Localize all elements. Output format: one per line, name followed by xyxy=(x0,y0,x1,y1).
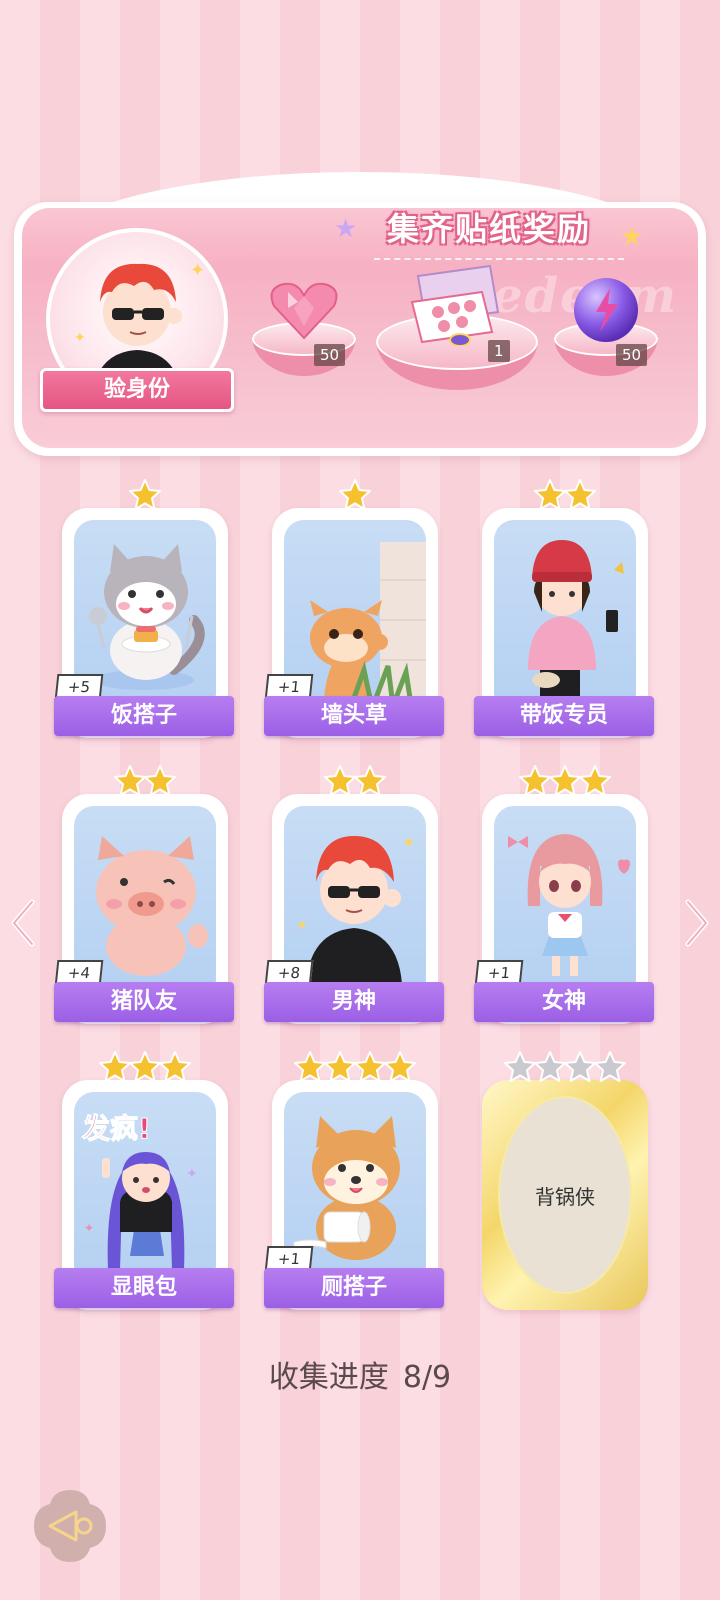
sticker-illustration: 发疯! ✦ ✦ xyxy=(74,1092,216,1270)
sticker-card[interactable]: +1 厕搭子 xyxy=(264,1051,444,1310)
sticker-name-banner: 饭搭子 xyxy=(54,696,234,736)
collection-progress: 收集进度 8/9 xyxy=(0,1352,720,1396)
sticker-illustration xyxy=(494,520,636,698)
verify-identity-label: 验身份 xyxy=(103,377,170,402)
sticker-name-banner: 墙头草 xyxy=(264,696,444,736)
sticker-name: 墙头草 xyxy=(320,703,387,728)
sticker-illustration xyxy=(284,1092,426,1270)
sticker-card[interactable]: 发疯! ✦ ✦ 显眼包 xyxy=(54,1051,234,1310)
sticker-name: 显眼包 xyxy=(110,1275,177,1300)
svg-text:✦: ✦ xyxy=(402,833,415,852)
star-icon xyxy=(339,479,371,516)
star-icon xyxy=(534,479,566,516)
star-icon xyxy=(294,1051,326,1088)
prev-page-arrow-icon[interactable] xyxy=(8,898,38,948)
star-rating xyxy=(62,764,228,802)
star-icon xyxy=(564,479,596,516)
star-icon xyxy=(579,765,611,802)
reward-banner: Redeem ★ ★ 集齐贴纸奖励 ✦ ✦ 验身份 50 1 50 xyxy=(14,172,706,456)
purple-lightning-orb-icon xyxy=(574,278,638,342)
sticker-name-banner: 厕搭子 xyxy=(264,1268,444,1308)
star-rating xyxy=(62,478,228,516)
star-icon xyxy=(99,1051,131,1088)
star-icon xyxy=(114,765,146,802)
svg-text:✦: ✦ xyxy=(296,918,308,934)
svg-text:✦: ✦ xyxy=(74,330,86,346)
star-icon xyxy=(159,1051,191,1088)
sticker-card[interactable]: ✦ ✦ +8 男神 xyxy=(264,765,444,1024)
svg-text:发疯!: 发疯! xyxy=(81,1112,151,1145)
locked-sticker-slot: 背锅侠 xyxy=(498,1096,632,1294)
svg-text:✦: ✦ xyxy=(84,1221,94,1235)
sticker-name: 女神 xyxy=(541,989,586,1014)
star-icon xyxy=(519,765,551,802)
sticker-illustration xyxy=(494,806,636,984)
gift-pack-icon xyxy=(410,264,500,346)
sticker-name: 饭搭子 xyxy=(110,703,177,728)
star-icon xyxy=(564,1051,596,1088)
star-icon xyxy=(549,765,581,802)
pink-heart-gem-icon xyxy=(270,282,338,340)
sticker-card[interactable]: 带饭专员 xyxy=(474,479,654,738)
sticker-name-banner: 带饭专员 xyxy=(474,696,654,736)
sticker-card[interactable]: +1 墙头草 xyxy=(264,479,444,738)
star-icon xyxy=(144,765,176,802)
star-rating xyxy=(62,1050,228,1088)
verify-identity-button[interactable]: 验身份 xyxy=(40,368,234,412)
back-button-icon[interactable] xyxy=(30,1486,110,1566)
star-rating xyxy=(482,1050,648,1088)
sticker-card[interactable]: 背锅侠 xyxy=(482,1051,648,1310)
sticker-card[interactable]: +1 女神 xyxy=(474,765,654,1024)
sticker-name: 厕搭子 xyxy=(320,1275,387,1300)
sticker-name-banner: 女神 xyxy=(474,982,654,1022)
star-icon xyxy=(354,1051,386,1088)
star-icon xyxy=(324,765,356,802)
svg-text:✦: ✦ xyxy=(190,260,205,281)
star-rating xyxy=(482,478,648,516)
star-rating xyxy=(272,478,438,516)
avatar[interactable]: ✦ ✦ 验身份 xyxy=(40,228,234,412)
sticker-name-banner: 男神 xyxy=(264,982,444,1022)
lightning-orb-count: 50 xyxy=(616,344,648,366)
heart-gem-count: 50 xyxy=(314,344,346,366)
sticker-card[interactable]: +5 饭搭子 xyxy=(54,479,234,738)
star-rating xyxy=(482,764,648,802)
star-icon xyxy=(534,1051,566,1088)
sticker-name: 带饭专员 xyxy=(519,703,608,728)
banner-title: 集齐贴纸奖励 xyxy=(386,210,591,248)
sticker-illustration xyxy=(284,520,426,698)
sticker-illustration xyxy=(74,520,216,698)
reward-heart-gem[interactable]: 50 xyxy=(252,282,356,382)
star-icon xyxy=(354,765,386,802)
star-rating xyxy=(272,1050,438,1088)
svg-text:✦: ✦ xyxy=(186,1166,198,1182)
sticker-name: 猪队友 xyxy=(110,989,177,1014)
star-icon xyxy=(504,1051,536,1088)
reward-lightning-orb[interactable]: 50 xyxy=(554,278,658,382)
sticker-card[interactable]: +4 猪队友 xyxy=(54,765,234,1024)
gift-pack-count: 1 xyxy=(488,340,510,362)
star-icon xyxy=(384,1051,416,1088)
star-icon xyxy=(129,1051,161,1088)
sticker-name: 男神 xyxy=(331,989,376,1014)
sticker-illustration: ✦ ✦ xyxy=(284,806,426,984)
sticker-name: 背锅侠 xyxy=(535,1185,595,1209)
sticker-name-banner: 猪队友 xyxy=(54,982,234,1022)
star-icon xyxy=(129,479,161,516)
sticker-name-banner: 显眼包 xyxy=(54,1268,234,1308)
star-rating xyxy=(272,764,438,802)
star-icon xyxy=(324,1051,356,1088)
next-page-arrow-icon[interactable] xyxy=(682,898,712,948)
reward-gift-pack[interactable]: 1 xyxy=(376,264,538,400)
progress-value: 8/9 xyxy=(402,1360,452,1395)
star-icon xyxy=(594,1051,626,1088)
sticker-illustration xyxy=(74,806,216,984)
title-divider xyxy=(374,258,624,260)
progress-label: 收集进度 xyxy=(268,1360,389,1395)
